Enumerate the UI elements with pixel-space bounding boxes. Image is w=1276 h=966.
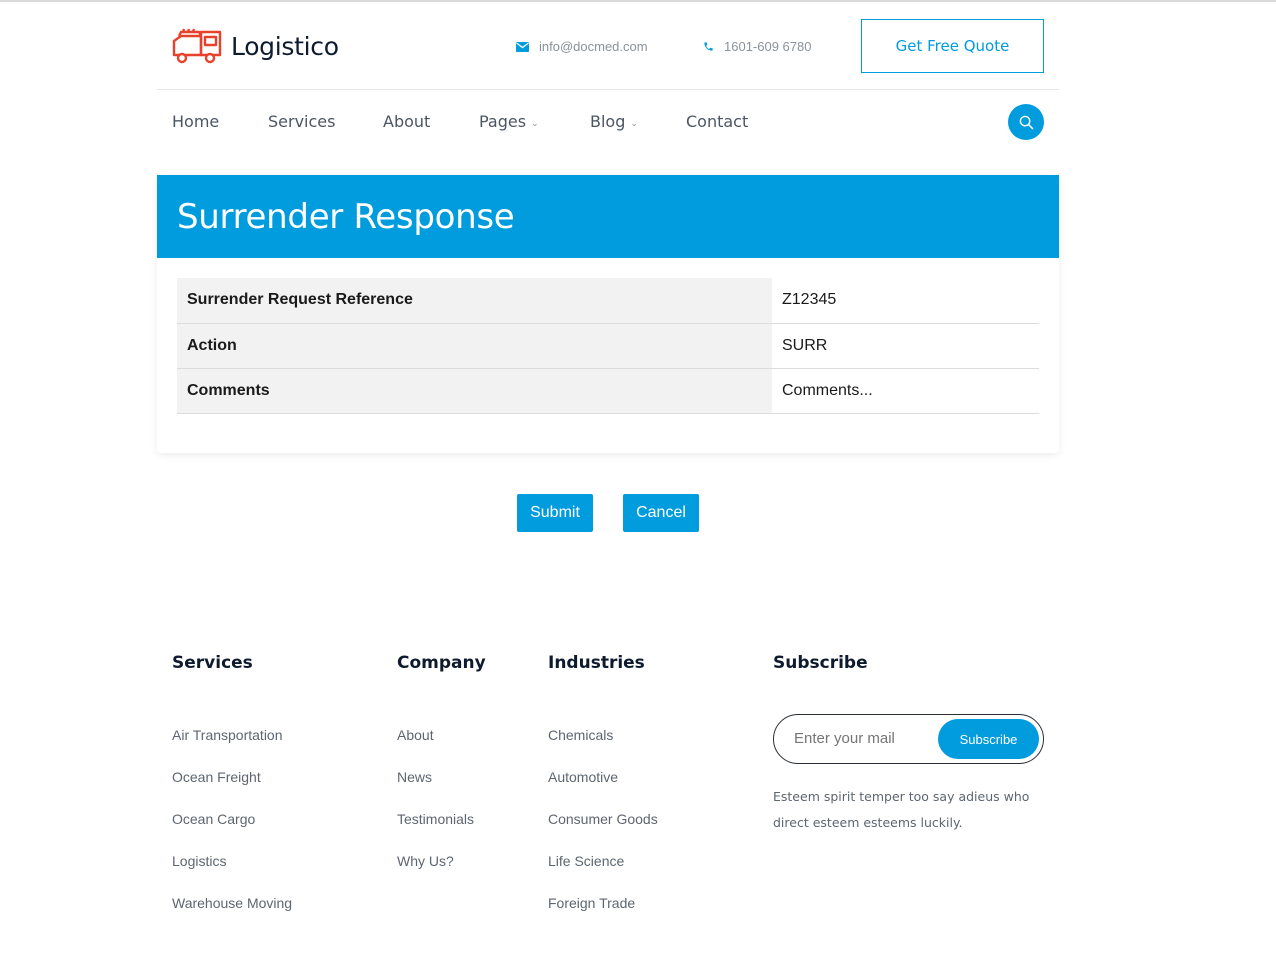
chevron-down-icon: ⌄ <box>630 118 638 129</box>
brand-name: Logistico <box>231 31 339 61</box>
page-title: Surrender Response <box>177 196 515 237</box>
subscribe-form: Subscribe <box>773 714 1044 764</box>
envelope-icon <box>516 41 529 52</box>
row-label: Comments <box>177 368 772 414</box>
nav-item-contact[interactable]: Contact <box>686 112 748 131</box>
footer-heading-services: Services <box>172 653 253 673</box>
nav-item-home[interactable]: Home <box>172 112 219 131</box>
table-row: Action SURR <box>177 323 1039 369</box>
footer-link[interactable]: Chemicals <box>548 727 613 743</box>
nav-item-label: Contact <box>686 112 749 131</box>
footer-link[interactable]: Automotive <box>548 769 618 785</box>
footer-link[interactable]: Testimonials <box>397 811 474 827</box>
truck-logo-icon <box>172 28 222 64</box>
nav-item-label: Pages <box>479 112 527 131</box>
nav-item-services[interactable]: Services <box>268 112 335 131</box>
footer-link[interactable]: Warehouse Moving <box>172 895 292 911</box>
subscribe-description: Esteem spirit temper too say adieus who … <box>773 789 1030 830</box>
footer-link[interactable]: Air Transportation <box>172 727 283 743</box>
footer-link[interactable]: News <box>397 769 432 785</box>
chevron-down-icon: ⌄ <box>531 118 539 129</box>
footer-link[interactable]: Ocean Freight <box>172 769 261 785</box>
get-free-quote-button[interactable]: Get Free Quote <box>861 19 1044 73</box>
footer-link[interactable]: Why Us? <box>397 853 454 869</box>
nav-item-label: Services <box>268 112 336 131</box>
search-button[interactable] <box>1008 104 1044 140</box>
cancel-button[interactable]: Cancel <box>623 494 699 532</box>
submit-button[interactable]: Submit <box>517 494 593 532</box>
footer-link[interactable]: About <box>397 727 434 743</box>
footer-link[interactable]: Ocean Cargo <box>172 811 255 827</box>
row-value: Comments... <box>772 368 1039 414</box>
nav-item-blog[interactable]: Blog ⌄ <box>590 112 638 131</box>
main-nav: Home Services About Pages ⌄ Blog ⌄ Contact <box>157 91 1059 153</box>
row-value: SURR <box>772 323 1039 369</box>
footer-heading-industries: Industries <box>548 653 645 673</box>
row-label: Surrender Request Reference <box>177 278 772 324</box>
row-label: Action <box>177 323 772 369</box>
footer-link[interactable]: Foreign Trade <box>548 895 635 911</box>
subscribe-button[interactable]: Subscribe <box>938 719 1039 759</box>
header-phone[interactable]: 1601-609 6780 <box>703 39 811 54</box>
phone-text: 1601-609 6780 <box>724 39 812 54</box>
site-header: Logistico info@docmed.com 1601-609 6780 … <box>157 2 1059 90</box>
nav-item-label: About <box>383 112 431 131</box>
footer-link[interactable]: Logistics <box>172 853 226 869</box>
footer-heading-subscribe: Subscribe <box>773 653 868 673</box>
nav-item-about[interactable]: About <box>383 112 430 131</box>
nav-item-pages[interactable]: Pages ⌄ <box>479 112 539 131</box>
surrender-response-card: Surrender Response Surrender Request Ref… <box>157 175 1059 453</box>
footer-link[interactable]: Life Science <box>548 853 624 869</box>
nav-item-label: Home <box>172 112 220 131</box>
email-text: info@docmed.com <box>539 39 648 54</box>
footer-heading-company: Company <box>397 653 486 673</box>
logo[interactable]: Logistico <box>171 28 339 64</box>
phone-icon <box>703 41 714 52</box>
search-icon <box>1019 115 1033 129</box>
subscribe-email-input[interactable] <box>794 730 934 747</box>
header-email[interactable]: info@docmed.com <box>516 39 648 54</box>
table-row: Surrender Request Reference Z12345 <box>177 278 1039 324</box>
page-banner: Surrender Response <box>157 175 1059 258</box>
row-value: Z12345 <box>772 278 1039 324</box>
table-row: Comments Comments... <box>177 368 1039 414</box>
nav-item-label: Blog <box>590 112 626 131</box>
footer-link[interactable]: Consumer Goods <box>548 811 658 827</box>
response-table: Surrender Request Reference Z12345 Actio… <box>177 278 1039 414</box>
